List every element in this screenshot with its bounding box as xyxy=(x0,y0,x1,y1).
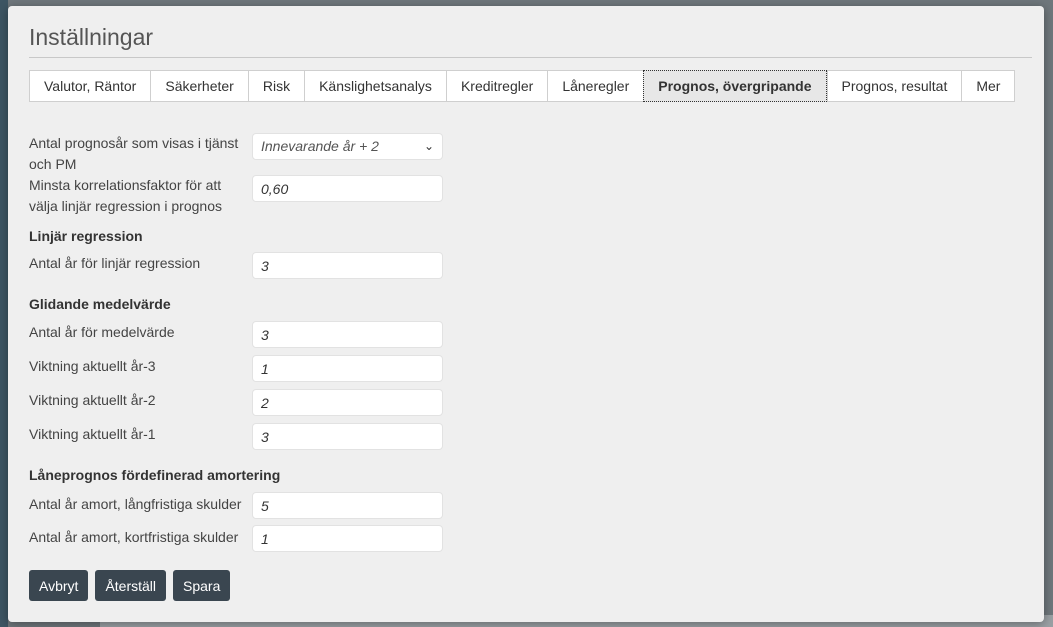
section-moving-average: Glidande medelvärde xyxy=(29,296,171,312)
tab-risk[interactable]: Risk xyxy=(247,70,305,102)
tab-kanslighetsanalys[interactable]: Känslighetsanalys xyxy=(304,70,446,102)
section-loan-forecast: Låneprognos fördefinerad amortering xyxy=(29,467,281,483)
reset-button[interactable]: Återställ xyxy=(95,570,167,601)
linear-years-input[interactable]: 3 xyxy=(252,252,443,279)
weight-2-label: Viktning aktuellt år-2 xyxy=(29,392,156,408)
tab-prognos-overgripande[interactable]: Prognos, övergripande xyxy=(643,70,827,102)
min-correlation-input[interactable]: 0,60 xyxy=(252,175,443,202)
weight-1-input[interactable]: 3 xyxy=(252,423,443,450)
backdrop-sidebar xyxy=(0,0,8,627)
years-shown-label: Antal prognosår som visas i tjänst och P… xyxy=(29,135,239,172)
years-shown-select[interactable]: Innevarande år + 2 ⌄ xyxy=(252,133,443,160)
years-shown-value: Innevarande år + 2 xyxy=(261,138,379,154)
tab-valutor-rantor[interactable]: Valutor, Räntor xyxy=(29,70,151,102)
amort-short-input[interactable]: 1 xyxy=(252,525,443,552)
tab-prognos-resultat[interactable]: Prognos, resultat xyxy=(826,70,962,102)
chevron-down-icon: ⌄ xyxy=(423,139,434,153)
amort-long-label: Antal år amort, långfristiga skulder xyxy=(29,496,242,512)
dialog-actions: Avbryt Återställ Spara xyxy=(29,570,231,601)
cancel-button[interactable]: Avbryt xyxy=(29,570,89,601)
weight-3-label: Viktning aktuellt år-3 xyxy=(29,358,156,374)
min-correlation-label: Minsta korrelationsfaktor för att välja … xyxy=(29,177,222,214)
weight-1-label: Viktning aktuellt år-1 xyxy=(29,426,156,442)
tab-laneregler[interactable]: Låneregler xyxy=(547,70,644,102)
tab-sakerheter[interactable]: Säkerheter xyxy=(150,70,248,102)
avg-years-input[interactable]: 3 xyxy=(252,321,443,348)
settings-tabs: Valutor, Räntor Säkerheter Risk Känsligh… xyxy=(29,70,1016,102)
dialog-title: Inställningar xyxy=(29,24,154,50)
title-divider xyxy=(29,57,1032,58)
section-linear-regression: Linjär regression xyxy=(29,228,143,244)
avg-years-label: Antal år för medelvärde xyxy=(29,324,175,340)
weight-2-input[interactable]: 2 xyxy=(252,389,443,416)
weight-3-input[interactable]: 1 xyxy=(252,355,443,382)
tab-mer[interactable]: Mer xyxy=(961,70,1016,102)
tab-kreditregler[interactable]: Kreditregler xyxy=(445,70,548,102)
save-button[interactable]: Spara xyxy=(173,570,231,601)
amort-short-label: Antal år amort, kortfristiga skulder xyxy=(29,529,239,545)
amort-long-input[interactable]: 5 xyxy=(252,492,443,519)
settings-dialog: Inställningar Valutor, Räntor Säkerheter… xyxy=(8,6,1044,622)
linear-years-label: Antal år för linjär regression xyxy=(29,255,201,271)
